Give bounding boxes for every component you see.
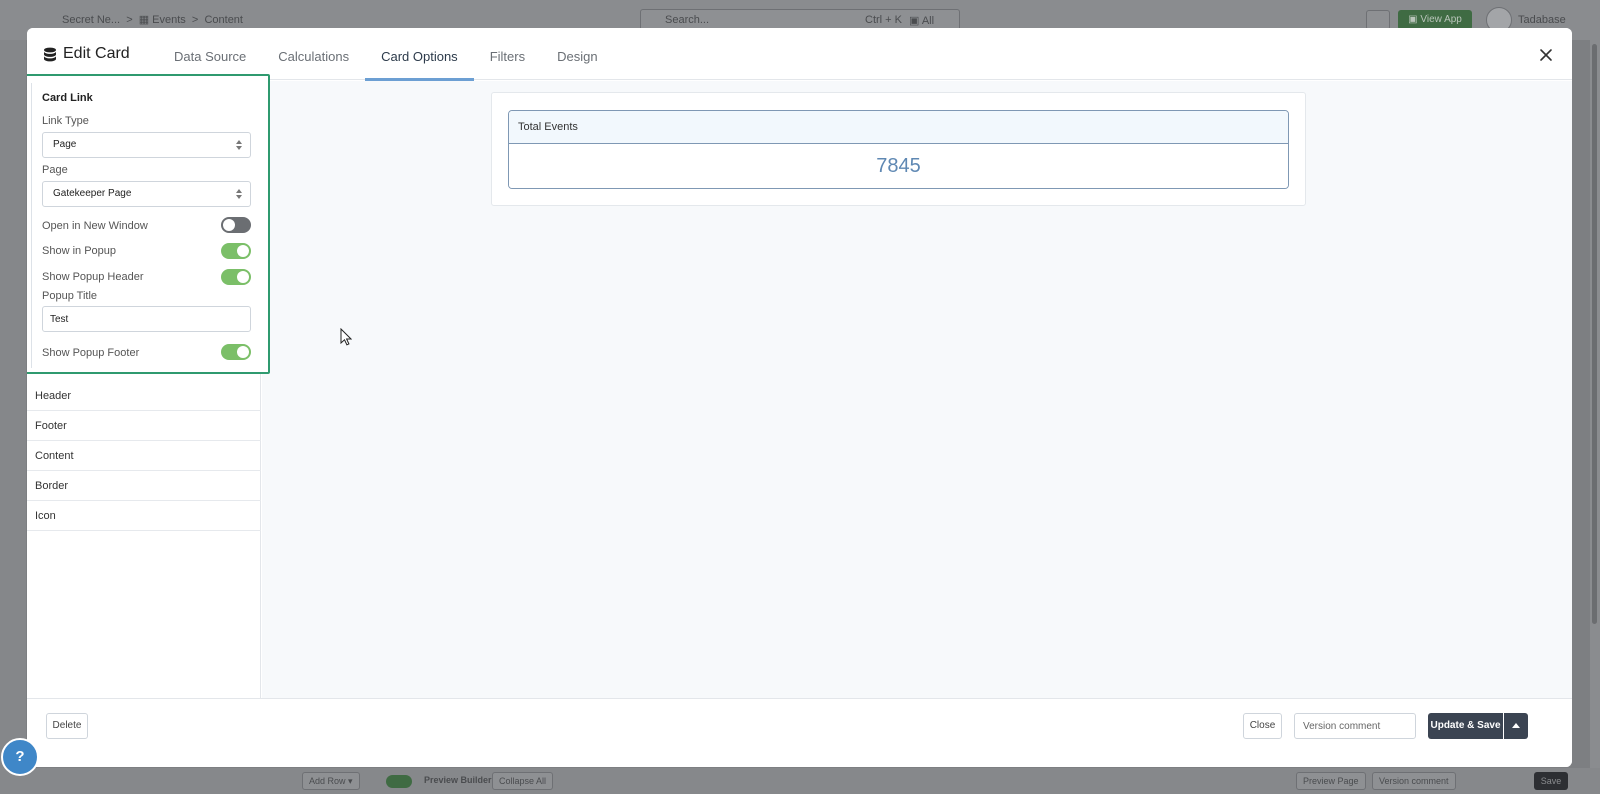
delete-button[interactable]: Delete (46, 713, 88, 739)
tab-design[interactable]: Design (541, 28, 613, 80)
edit-card-modal: Edit Card Data Source Calculations Card … (27, 28, 1572, 767)
modal-footer: Delete Close Update & Save (27, 698, 1572, 767)
stat-card-title: Total Events (509, 111, 1288, 144)
link-type-label: Link Type (42, 115, 89, 127)
background-breadcrumb: Secret Ne... > ▦ Events > Content (62, 14, 243, 26)
database-icon (44, 47, 56, 61)
save-options-caret-icon[interactable] (1504, 713, 1528, 739)
mouse-pointer-icon (340, 328, 352, 346)
modal-title: Edit Card (43, 45, 130, 63)
help-button[interactable]: ? (1, 738, 39, 776)
style-options-list: Header Footer Content Border Icon (27, 381, 261, 531)
card-link-section: Card Link Link Type Page Page Gatekeeper… (27, 74, 270, 374)
background-sidebar (0, 40, 26, 794)
option-header[interactable]: Header (27, 381, 261, 411)
card-link-title: Card Link (42, 92, 93, 104)
background-view-app-button: ▣ View App (1398, 10, 1472, 30)
background-scrollbar (1590, 40, 1600, 780)
show-in-popup-label: Show in Popup (42, 245, 116, 257)
open-new-window-label: Open in New Window (42, 220, 148, 232)
close-icon[interactable] (1538, 47, 1554, 63)
modal-title-text: Edit Card (63, 45, 130, 62)
tab-data-source[interactable]: Data Source (158, 28, 262, 80)
tab-card-options[interactable]: Card Options (365, 28, 474, 81)
preview-area: Total Events 7845 (262, 81, 1572, 714)
background-dropdown (1366, 10, 1390, 30)
show-popup-header-toggle[interactable] (221, 269, 251, 285)
open-new-window-toggle[interactable] (221, 217, 251, 233)
update-save-button[interactable]: Update & Save (1428, 713, 1503, 739)
card-preview-frame: Total Events 7845 (491, 92, 1306, 206)
stat-card-value: 7845 (509, 144, 1288, 188)
card-options-panel: Card Link Link Type Page Page Gatekeeper… (27, 74, 270, 714)
select-arrows-icon (236, 140, 242, 150)
card-link-form: Card Link Link Type Page Page Gatekeeper… (31, 83, 261, 368)
close-button[interactable]: Close (1243, 713, 1282, 739)
option-footer[interactable]: Footer (27, 411, 261, 441)
page-select[interactable]: Gatekeeper Page (42, 181, 251, 207)
stat-card[interactable]: Total Events 7845 (508, 110, 1289, 189)
show-popup-header-label: Show Popup Header (42, 271, 144, 283)
link-type-value: Page (53, 139, 77, 150)
show-popup-footer-label: Show Popup Footer (42, 347, 140, 359)
background-username: Tadabase (1518, 14, 1566, 26)
tab-calculations[interactable]: Calculations (262, 28, 365, 80)
modal-header: Edit Card Data Source Calculations Card … (27, 28, 1572, 81)
show-in-popup-toggle[interactable] (221, 243, 251, 259)
popup-title-input[interactable] (42, 306, 251, 332)
link-type-select[interactable]: Page (42, 132, 251, 158)
page-value: Gatekeeper Page (53, 188, 132, 199)
popup-title-label: Popup Title (42, 290, 98, 302)
tab-filters[interactable]: Filters (474, 28, 541, 80)
page-label: Page (42, 164, 68, 176)
tab-bar: Data Source Calculations Card Options Fi… (158, 28, 614, 81)
background-bottom-bar: Add Row ▾ Preview Builder Collapse All P… (0, 768, 1600, 794)
show-popup-footer-toggle[interactable] (221, 344, 251, 360)
version-comment-input[interactable] (1294, 713, 1416, 739)
option-border[interactable]: Border (27, 471, 261, 501)
option-content[interactable]: Content (27, 441, 261, 471)
select-arrows-icon (236, 189, 242, 199)
option-icon[interactable]: Icon (27, 501, 261, 531)
